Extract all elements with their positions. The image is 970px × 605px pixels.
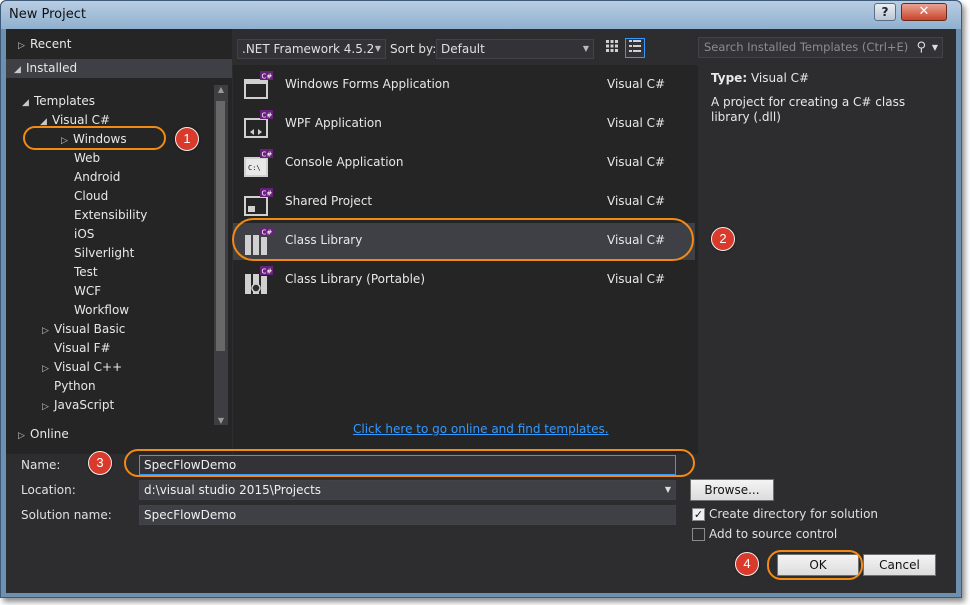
svg-text:C#: C# — [262, 112, 273, 120]
tree-item-ios[interactable]: iOS — [74, 225, 94, 244]
tree-item-workflow[interactable]: Workflow — [74, 301, 129, 320]
tree-item-visual-cpp[interactable]: ▷ Visual C++ — [42, 358, 122, 377]
solution-name-input[interactable]: SpecFlowDemo — [139, 505, 676, 525]
expand-arrow-icon: ▷ — [42, 326, 49, 336]
create-directory-checkbox[interactable]: ✓ — [692, 508, 705, 521]
location-label: Location: — [21, 483, 76, 497]
expand-arrow-icon: ▷ — [18, 431, 25, 441]
svg-text:C#: C# — [262, 190, 273, 198]
tree-item-visual-fsharp[interactable]: Visual F# — [54, 339, 111, 358]
cancel-button[interactable]: Cancel — [863, 554, 936, 576]
window-title: New Project — [9, 7, 86, 22]
expand-arrow-icon: ▷ — [42, 364, 49, 374]
wpf-icon: C# — [244, 110, 273, 138]
template-tree: ▷ Recent ◢ Installed ◢ Templates ◢ Visual C#… — [6, 29, 232, 454]
callout-badge-2: 2 — [711, 227, 735, 251]
svg-text:C#: C# — [262, 151, 273, 159]
tree-item-visual-csharp[interactable]: ◢ Visual C# — [40, 111, 110, 130]
type-label: Type: — [711, 71, 748, 85]
svg-text:C:\: C:\ — [248, 164, 261, 172]
source-control-label: Add to source control — [709, 527, 838, 541]
collapse-arrow-icon: ◢ — [14, 65, 21, 75]
tree-item-installed[interactable]: ◢ Installed — [6, 59, 232, 78]
name-label: Name: — [21, 458, 61, 472]
class-library-icon: C# — [245, 227, 273, 255]
tree-item-templates[interactable]: ◢ Templates — [22, 92, 95, 111]
tree-item-wcf[interactable]: WCF — [74, 282, 101, 301]
source-control-checkbox[interactable] — [692, 528, 705, 541]
callout-badge-4: 4 — [735, 552, 759, 576]
list-item[interactable]: C# Windows Forms Application Visual C# — [233, 67, 695, 104]
callout-badge-1: 1 — [175, 127, 199, 151]
list-item[interactable]: C# Shared Project Visual C# — [233, 184, 695, 221]
collapse-arrow-icon: ◢ — [40, 117, 47, 127]
tree-item-windows[interactable]: ▷ Windows — [61, 130, 127, 149]
list-item[interactable]: C# Class Library (Portable) Visual C# — [233, 262, 695, 299]
browse-button[interactable]: Browse... — [690, 479, 774, 501]
tree-item-cloud[interactable]: Cloud — [74, 187, 108, 206]
list-view-icon[interactable] — [625, 38, 645, 58]
expand-arrow-icon: ▷ — [61, 136, 68, 146]
portable-library-icon: C# — [245, 266, 273, 294]
expand-arrow-icon: ▷ — [42, 402, 49, 412]
sort-select[interactable]: Default ▼ — [436, 39, 594, 59]
search-icon[interactable]: ⚲ — [916, 38, 926, 57]
callout-badge-3: 3 — [88, 451, 112, 475]
template-description: Type: Visual C# A project for creating a… — [704, 65, 956, 454]
ok-button[interactable]: OK — [777, 554, 859, 576]
create-directory-label: Create directory for solution — [709, 507, 879, 521]
checkmark-icon: ✓ — [693, 508, 704, 521]
dialog-client-area: ▷ Recent ◢ Installed ◢ Templates ◢ Visual C#… — [6, 29, 956, 593]
winforms-icon: C# — [244, 71, 273, 99]
online-templates-link[interactable]: Click here to go online and find templat… — [353, 422, 609, 436]
tree-item-python[interactable]: Python — [54, 377, 96, 396]
scroll-up-icon[interactable]: ▲ — [216, 85, 226, 94]
expand-arrow-icon: ▷ — [18, 41, 25, 51]
svg-text:C#: C# — [262, 73, 273, 81]
tree-item-visual-basic[interactable]: ▷ Visual Basic — [42, 320, 125, 339]
type-value: Visual C# — [750, 71, 810, 85]
shared-project-icon: C# — [244, 188, 273, 216]
tree-scrollbar[interactable]: ▲ ▼ — [214, 85, 228, 425]
framework-select[interactable]: .NET Framework 4.5.2 ▼ — [237, 39, 386, 59]
search-input[interactable]: Search Installed Templates (Ctrl+E) ⚲ ▼ — [698, 37, 943, 58]
svg-text:C#: C# — [262, 229, 273, 237]
tree-item-android[interactable]: Android — [74, 168, 120, 187]
tree-item-javascript[interactable]: ▷ JavaScript — [42, 396, 114, 415]
solution-name-label: Solution name: — [21, 508, 112, 522]
console-icon: C:\C# — [244, 149, 273, 177]
title-bar: New Project ? ✕ — [1, 1, 961, 29]
location-select[interactable]: d:\visual studio 2015\Projects ▼ — [139, 480, 676, 500]
tree-item-online[interactable]: ▷ Online — [18, 425, 69, 444]
list-item[interactable]: C# Class Library Visual C# — [233, 223, 695, 260]
name-input[interactable]: SpecFlowDemo — [139, 455, 676, 475]
new-project-dialog: New Project ? ✕ ▷ Recent ◢ Installed ◢ Temp… — [0, 0, 962, 598]
tree-item-silverlight[interactable]: Silverlight — [74, 244, 134, 263]
scrollbar-thumb[interactable] — [216, 101, 225, 351]
tree-item-web[interactable]: Web — [74, 149, 100, 168]
svg-text:C#: C# — [262, 268, 273, 276]
sort-by-label: Sort by: — [390, 42, 437, 56]
collapse-arrow-icon: ◢ — [22, 98, 29, 108]
chevron-down-icon[interactable]: ▼ — [932, 38, 938, 57]
description-text: A project for creating a C# class librar… — [711, 95, 906, 124]
scroll-down-icon[interactable]: ▼ — [216, 416, 226, 425]
chevron-down-icon: ▼ — [374, 44, 381, 53]
tree-item-recent[interactable]: ▷ Recent — [18, 35, 71, 54]
list-item[interactable]: C:\ C# Console Application Visual C# — [233, 145, 695, 182]
template-list: C# Windows Forms Application Visual C# C… — [233, 65, 698, 454]
close-button[interactable]: ✕ — [901, 3, 947, 21]
tree-item-extensibility[interactable]: Extensibility — [74, 206, 147, 225]
chevron-down-icon: ▼ — [582, 44, 589, 53]
tree-item-test[interactable]: Test — [74, 263, 98, 282]
chevron-down-icon: ▼ — [664, 485, 671, 494]
small-icons-view-icon[interactable] — [602, 38, 622, 58]
help-button[interactable]: ? — [874, 3, 896, 21]
list-item[interactable]: C# WPF Application Visual C# — [233, 106, 695, 143]
